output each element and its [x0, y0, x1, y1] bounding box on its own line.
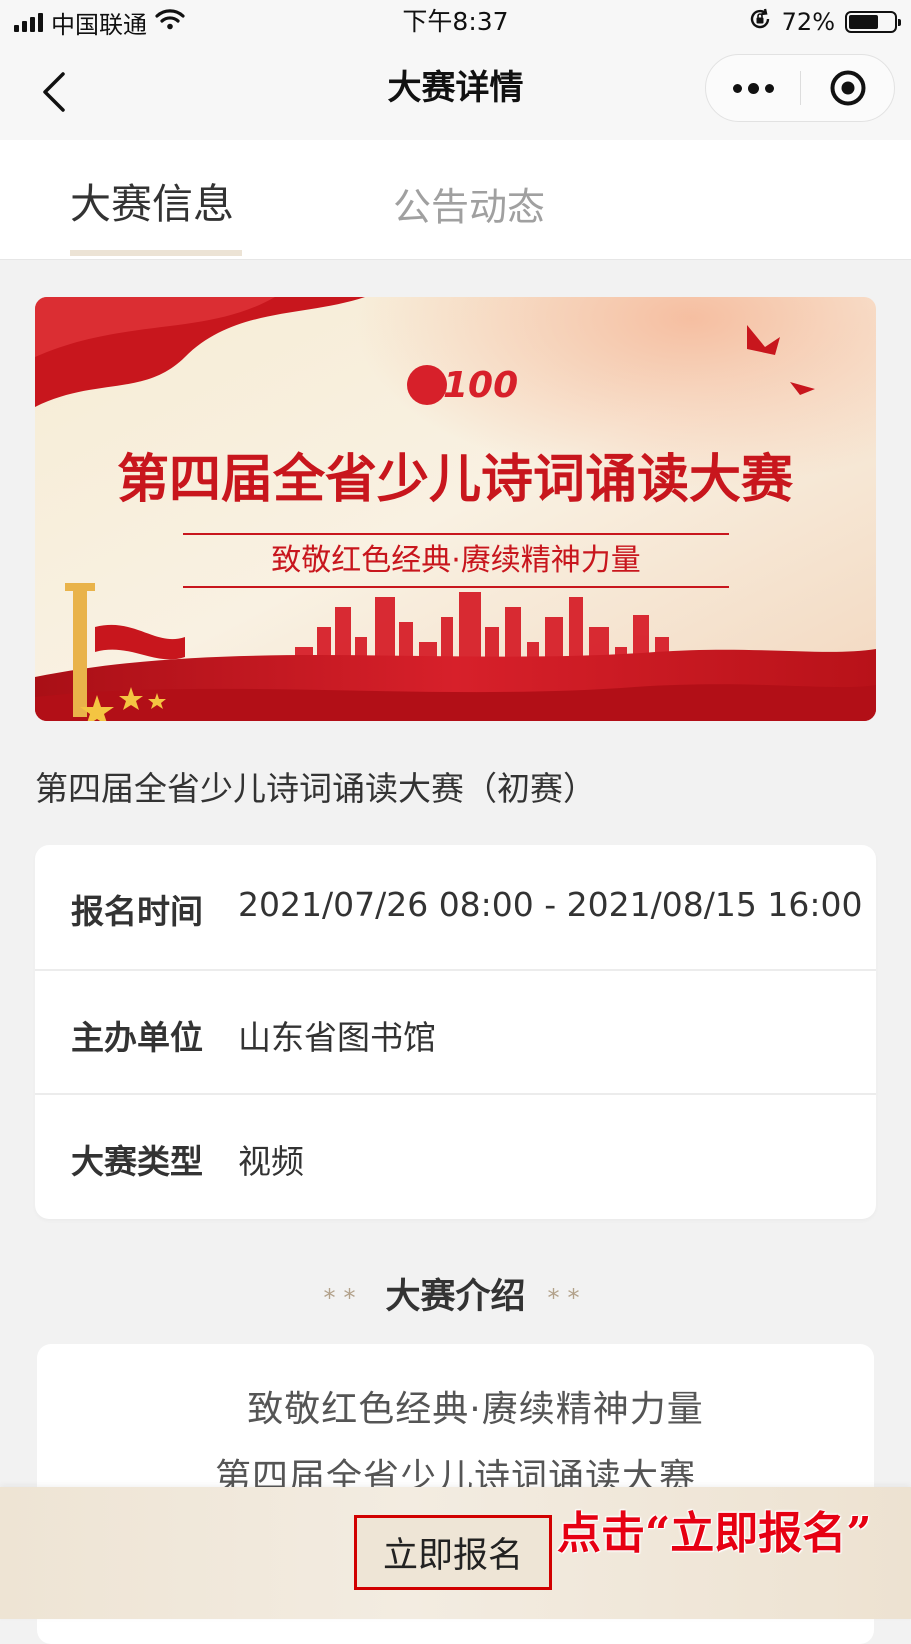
battery-percent: 72% [781, 8, 835, 36]
contest-banner: 100 第四届全省少儿诗词诵读大赛 致敬红色经典·赓续精神力量 [35, 297, 876, 721]
info-row-signup-time: 报名时间 2021/07/26 08:00 - 2021/08/15 16:00 [35, 845, 876, 969]
info-label: 大赛类型 [71, 1142, 203, 1181]
tab-announcements[interactable]: 公告动态 [393, 176, 545, 231]
battery-icon [845, 11, 901, 33]
tab-bar: 大赛信息 公告动态 [0, 140, 911, 260]
info-card: 报名时间 2021/07/26 08:00 - 2021/08/15 16:00… [35, 845, 876, 1219]
decor-stars-right: ** [547, 1284, 588, 1312]
target-circle-icon [830, 70, 865, 106]
signup-button[interactable]: 立即报名 [354, 1515, 552, 1590]
info-value: 山东省图书馆 [238, 1018, 436, 1057]
instruction-annotation: 点击“立即报名” [557, 1508, 872, 1559]
nav-bar: 大赛详情 [0, 44, 911, 140]
info-value: 视频 [238, 1142, 304, 1181]
intro-line: 致敬红色经典·赓续精神力量 [247, 1389, 704, 1430]
status-right: 72% [748, 6, 901, 38]
back-button[interactable] [26, 64, 82, 120]
close-mini-program-button[interactable] [801, 55, 894, 121]
decor-stars-left: ** [323, 1284, 364, 1312]
status-bar: 中国联通 下午8:37 72% [0, 0, 911, 44]
intro-section-heading: ** 大赛介绍 ** [0, 1268, 911, 1319]
chevron-left-icon [43, 72, 65, 112]
banner-title: 第四届全省少儿诗词诵读大赛 [117, 449, 794, 510]
mini-program-capsule [705, 54, 895, 122]
more-button[interactable] [706, 55, 800, 121]
info-row-organizer: 主办单位 山东省图书馆 [35, 969, 876, 1095]
contest-name: 第四届全省少儿诗词诵读大赛（初赛） [35, 769, 596, 808]
banner-subtitle: 致敬红色经典·赓续精神力量 [271, 543, 641, 578]
info-label: 报名时间 [71, 892, 203, 931]
emblem-text: 100 [443, 365, 518, 406]
rotation-lock-icon [748, 7, 772, 37]
tab-contest-info[interactable]: 大赛信息 [70, 170, 234, 230]
more-dots-icon [732, 83, 742, 93]
info-row-contest-type: 大赛类型 视频 [35, 1093, 876, 1219]
party-100-emblem: 100 [407, 365, 518, 406]
active-tab-indicator [70, 250, 242, 256]
bottom-action-bar: 立即报名 点击“立即报名” [0, 1487, 911, 1619]
intro-section-title: 大赛介绍 [385, 1277, 526, 1317]
info-value: 2021/07/26 08:00 - 2021/08/15 16:00 [238, 885, 863, 924]
info-label: 主办单位 [71, 1018, 203, 1057]
